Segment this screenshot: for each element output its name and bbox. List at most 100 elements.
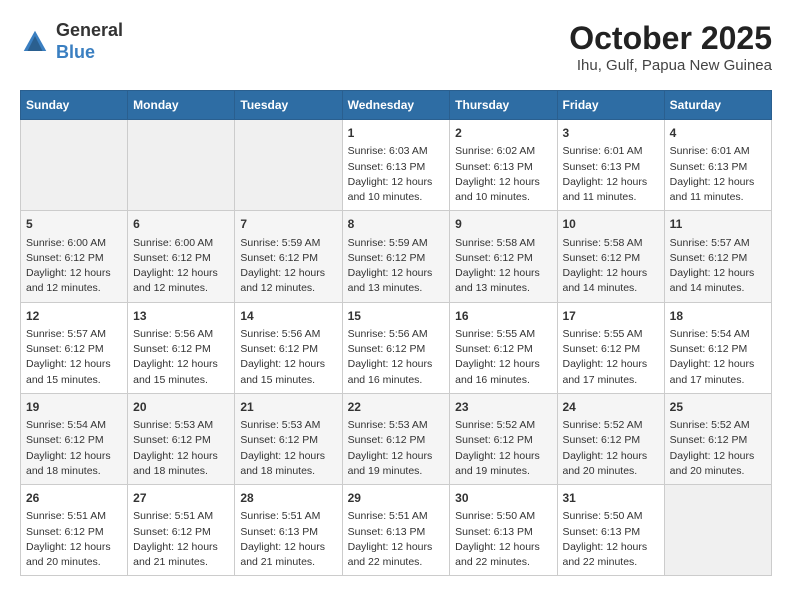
sunrise-text: Sunrise: 5:50 AM	[455, 510, 535, 522]
day-number: 2	[455, 125, 551, 142]
sunset-text: Sunset: 6:12 PM	[133, 252, 211, 264]
logo-text: General Blue	[56, 20, 123, 63]
table-row: 30Sunrise: 5:50 AMSunset: 6:13 PMDayligh…	[450, 485, 557, 576]
sunset-text: Sunset: 6:13 PM	[670, 161, 748, 173]
table-row: 18Sunrise: 5:54 AMSunset: 6:12 PMDayligh…	[664, 302, 771, 393]
day-number: 17	[563, 308, 659, 325]
table-row: 14Sunrise: 5:56 AMSunset: 6:12 PMDayligh…	[235, 302, 342, 393]
table-row: 10Sunrise: 5:58 AMSunset: 6:12 PMDayligh…	[557, 211, 664, 302]
calendar-week-row: 26Sunrise: 5:51 AMSunset: 6:12 PMDayligh…	[21, 485, 772, 576]
logo: General Blue	[20, 20, 123, 63]
sunset-text: Sunset: 6:12 PM	[348, 343, 426, 355]
table-row: 22Sunrise: 5:53 AMSunset: 6:12 PMDayligh…	[342, 393, 450, 484]
table-row: 6Sunrise: 6:00 AMSunset: 6:12 PMDaylight…	[128, 211, 235, 302]
table-row: 29Sunrise: 5:51 AMSunset: 6:13 PMDayligh…	[342, 485, 450, 576]
sunrise-text: Sunrise: 5:53 AM	[240, 419, 320, 431]
col-saturday: Saturday	[664, 91, 771, 120]
daylight-text: Daylight: 12 hours and 15 minutes.	[240, 358, 325, 385]
table-row: 31 Sunrise: 5:50 AM Sunset: 6:13 PM Dayligh…	[557, 485, 664, 576]
page-header: General Blue October 2025 Ihu, Gulf, Pap…	[20, 20, 772, 74]
sunrise-text: Sunrise: 5:59 AM	[240, 237, 320, 249]
daylight-text: Daylight: 12 hours and 20 minutes.	[670, 450, 755, 477]
day-number: 1	[348, 125, 445, 142]
daylight-text: Daylight: 12 hours and 13 minutes.	[348, 267, 433, 294]
sunrise-text: Sunrise: 5:51 AM	[133, 510, 213, 522]
table-row: 13Sunrise: 5:56 AMSunset: 6:12 PMDayligh…	[128, 302, 235, 393]
table-row: 25Sunrise: 5:52 AMSunset: 6:12 PMDayligh…	[664, 393, 771, 484]
sunset-text: Sunset: 6:12 PM	[133, 434, 211, 446]
sunrise-text: Sunrise: 5:56 AM	[348, 328, 428, 340]
page-subtitle: Ihu, Gulf, Papua New Guinea	[569, 57, 772, 74]
sunrise-text: Sunrise: 5:59 AM	[348, 237, 428, 249]
sunrise-text: Sunrise: 6:00 AM	[133, 237, 213, 249]
daylight-text: Daylight: 12 hours and 13 minutes.	[455, 267, 540, 294]
daylight-text: Daylight: 12 hours and 20 minutes.	[563, 450, 648, 477]
sunset-text: Sunset: 6:12 PM	[670, 343, 748, 355]
table-row: 1Sunrise: 6:03 AMSunset: 6:13 PMDaylight…	[342, 120, 450, 211]
sunset-text: Sunset: 6:13 PM	[348, 161, 426, 173]
table-row: 9Sunrise: 5:58 AMSunset: 6:12 PMDaylight…	[450, 211, 557, 302]
day-number: 26	[26, 490, 122, 507]
sunset-text: Sunset: 6:13 PM	[563, 526, 641, 538]
table-row: 12Sunrise: 5:57 AMSunset: 6:12 PMDayligh…	[21, 302, 128, 393]
title-block: October 2025 Ihu, Gulf, Papua New Guinea	[569, 20, 772, 74]
daylight-text: Daylight: 12 hours and 11 minutes.	[563, 176, 648, 203]
day-number: 4	[670, 125, 766, 142]
day-number: 12	[26, 308, 122, 325]
table-row: 19Sunrise: 5:54 AMSunset: 6:12 PMDayligh…	[21, 393, 128, 484]
sunrise-text: Sunrise: 6:00 AM	[26, 237, 106, 249]
daylight-text: Daylight: 12 hours and 17 minutes.	[670, 358, 755, 385]
day-number: 24	[563, 399, 659, 416]
calendar-week-row: 1Sunrise: 6:03 AMSunset: 6:13 PMDaylight…	[21, 120, 772, 211]
daylight-text: Daylight: 12 hours and 12 minutes.	[240, 267, 325, 294]
logo-line2: Blue	[56, 42, 95, 62]
sunset-text: Sunset: 6:12 PM	[455, 343, 533, 355]
day-number: 7	[240, 216, 336, 233]
daylight-text: Daylight: 12 hours and 19 minutes.	[348, 450, 433, 477]
sunset-text: Sunset: 6:13 PM	[455, 526, 533, 538]
day-number: 9	[455, 216, 551, 233]
sunset-text: Sunset: 6:13 PM	[240, 526, 318, 538]
calendar-week-row: 5Sunrise: 6:00 AMSunset: 6:12 PMDaylight…	[21, 211, 772, 302]
day-number: 18	[670, 308, 766, 325]
sunrise-text: Sunrise: 5:53 AM	[348, 419, 428, 431]
table-row: 21Sunrise: 5:53 AMSunset: 6:12 PMDayligh…	[235, 393, 342, 484]
day-number: 30	[455, 490, 551, 507]
sunset-text: Sunset: 6:12 PM	[26, 343, 104, 355]
sunset-text: Sunset: 6:13 PM	[563, 161, 641, 173]
daylight-text: Daylight: 12 hours and 14 minutes.	[563, 267, 648, 294]
daylight-text: Daylight: 12 hours and 22 minutes.	[563, 541, 648, 568]
sunset-text: Sunset: 6:13 PM	[455, 161, 533, 173]
sunset-text: Sunset: 6:12 PM	[133, 343, 211, 355]
table-row	[235, 120, 342, 211]
daylight-text: Daylight: 12 hours and 18 minutes.	[240, 450, 325, 477]
calendar-week-row: 19Sunrise: 5:54 AMSunset: 6:12 PMDayligh…	[21, 393, 772, 484]
day-number: 28	[240, 490, 336, 507]
table-row: 24Sunrise: 5:52 AMSunset: 6:12 PMDayligh…	[557, 393, 664, 484]
logo-line1: General	[56, 20, 123, 40]
day-number: 23	[455, 399, 551, 416]
col-sunday: Sunday	[21, 91, 128, 120]
sunrise-text: Sunrise: 5:51 AM	[26, 510, 106, 522]
calendar-table: Sunday Monday Tuesday Wednesday Thursday…	[20, 90, 772, 576]
logo-icon	[20, 27, 50, 57]
day-number: 31	[563, 490, 659, 507]
sunrise-text: Sunrise: 5:50 AM	[563, 510, 643, 522]
table-row	[664, 485, 771, 576]
sunrise-text: Sunrise: 6:01 AM	[670, 145, 750, 157]
table-row: 2Sunrise: 6:02 AMSunset: 6:13 PMDaylight…	[450, 120, 557, 211]
sunset-text: Sunset: 6:12 PM	[563, 343, 641, 355]
table-row: 17Sunrise: 5:55 AMSunset: 6:12 PMDayligh…	[557, 302, 664, 393]
daylight-text: Daylight: 12 hours and 10 minutes.	[455, 176, 540, 203]
sunset-text: Sunset: 6:12 PM	[563, 252, 641, 264]
table-row	[21, 120, 128, 211]
table-row: 8Sunrise: 5:59 AMSunset: 6:12 PMDaylight…	[342, 211, 450, 302]
sunset-text: Sunset: 6:12 PM	[240, 343, 318, 355]
sunrise-text: Sunrise: 6:01 AM	[563, 145, 643, 157]
day-number: 16	[455, 308, 551, 325]
table-row: 27Sunrise: 5:51 AMSunset: 6:12 PMDayligh…	[128, 485, 235, 576]
sunset-text: Sunset: 6:12 PM	[348, 252, 426, 264]
sunrise-text: Sunrise: 5:58 AM	[563, 237, 643, 249]
day-number: 3	[563, 125, 659, 142]
calendar-header-row: Sunday Monday Tuesday Wednesday Thursday…	[21, 91, 772, 120]
